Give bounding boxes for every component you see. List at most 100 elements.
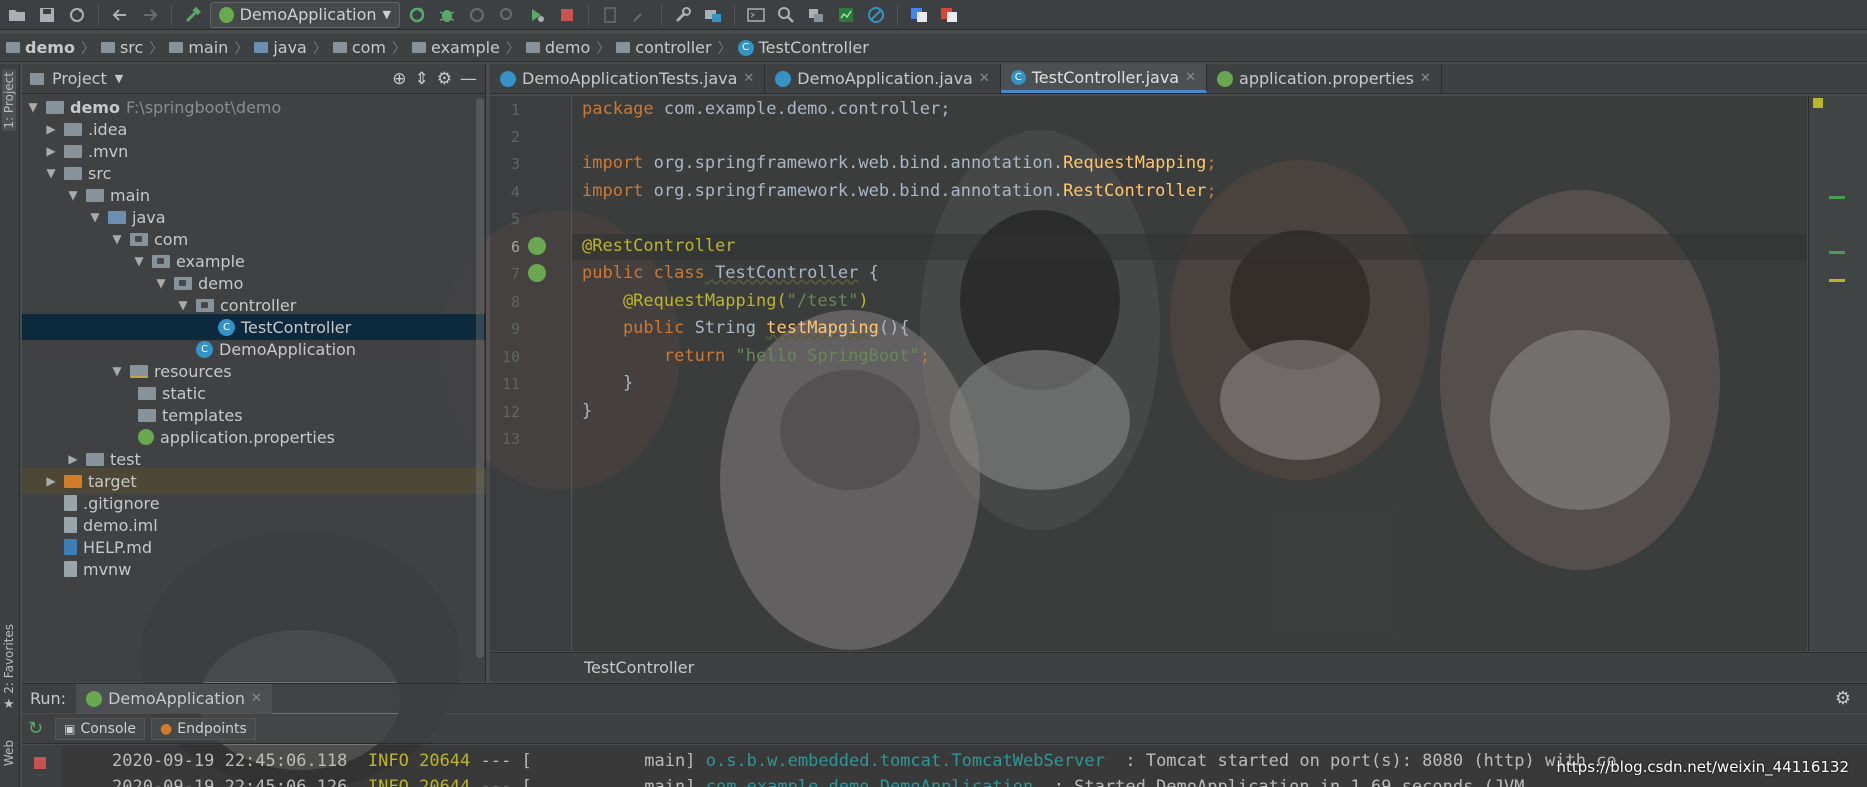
locate-target-icon[interactable]: ⊕: [392, 69, 406, 89]
toolbar-separator: [734, 4, 735, 25]
build-hammer-icon[interactable]: [180, 2, 206, 28]
spring-boot-class-icon: C: [196, 340, 213, 358]
tools-icon[interactable]: [627, 2, 653, 28]
project-scrollbar[interactable]: [476, 98, 484, 658]
gear-icon[interactable]: ⚙: [1835, 688, 1851, 709]
change-marker[interactable]: [1829, 251, 1845, 254]
project-structure-icon[interactable]: [700, 2, 726, 28]
hide-panel-icon[interactable]: —: [460, 69, 477, 89]
change-marker[interactable]: [1829, 196, 1845, 199]
endpoints-tab[interactable]: ● Endpoints: [151, 717, 256, 740]
breadcrumb-item-demo-package[interactable]: demo: [525, 38, 590, 57]
profile-icon[interactable]: [494, 2, 520, 28]
debug-icon[interactable]: [434, 2, 460, 28]
package-icon: [130, 232, 148, 246]
breadcrumb-item-java[interactable]: java: [254, 38, 307, 57]
project-tool-window-button[interactable]: 1: Project: [2, 70, 16, 131]
editor-breadcrumb-footer[interactable]: TestController: [490, 652, 1867, 682]
console-tab[interactable]: ▣ Console: [55, 717, 146, 740]
breadcrumb-item-src[interactable]: src: [100, 38, 143, 57]
rerun-icon[interactable]: ↻: [28, 718, 43, 739]
stop-icon[interactable]: [34, 757, 46, 769]
coverage-icon[interactable]: [464, 2, 490, 28]
update-icon[interactable]: [597, 2, 623, 28]
stop-icon[interactable]: [554, 2, 580, 28]
translate-alt-icon[interactable]: [936, 2, 962, 28]
collapsed-arrow-icon[interactable]: ▶: [44, 474, 58, 488]
breadcrumb-item-com[interactable]: com: [332, 38, 386, 57]
class-icon: C: [218, 318, 235, 336]
code-editor[interactable]: [572, 96, 1807, 651]
project-view-selector[interactable]: Project: [52, 69, 107, 88]
code-line-3: import org.springframework.web.bind.anno…: [582, 153, 1217, 173]
terminal-icon[interactable]: [743, 2, 769, 28]
endpoints-icon: ●: [160, 720, 173, 737]
folder-icon: [64, 144, 82, 158]
breadcrumb-item-testcontroller[interactable]: C TestController: [737, 38, 869, 57]
run-with-icon[interactable]: [524, 2, 550, 28]
warning-marker[interactable]: [1829, 279, 1845, 282]
favorites-tool-window-button[interactable]: 2: Favorites: [2, 624, 16, 694]
expanded-arrow-icon[interactable]: ▼: [154, 276, 168, 290]
breadcrumb-item-example[interactable]: example: [412, 38, 500, 57]
tab-demoapplicationtests[interactable]: DemoApplicationTests.java ✕: [490, 64, 766, 93]
breadcrumb-item-controller[interactable]: controller: [616, 38, 712, 57]
blocked-icon[interactable]: [863, 2, 889, 28]
spring-bean-gutter-icon[interactable]: [528, 264, 546, 282]
translate-google-icon[interactable]: [906, 2, 932, 28]
expanded-arrow-icon[interactable]: ▼: [44, 166, 58, 180]
close-tab-icon[interactable]: ✕: [251, 691, 262, 706]
rerun-icon[interactable]: [404, 2, 430, 28]
expanded-arrow-icon[interactable]: ▼: [132, 254, 146, 268]
chevron-down-icon[interactable]: ▼: [115, 72, 123, 85]
run-tab-demoapplication[interactable]: DemoApplication ✕: [76, 683, 272, 714]
collapsed-arrow-icon[interactable]: ▶: [44, 144, 58, 158]
close-tab-icon[interactable]: ✕: [1420, 71, 1431, 86]
editor-error-stripe[interactable]: [1808, 96, 1867, 651]
tab-demoapplication[interactable]: DemoApplication.java ✕: [765, 64, 1001, 93]
vcs-icon[interactable]: [803, 2, 829, 28]
toolbar-separator: [661, 4, 662, 25]
gear-icon[interactable]: ⚙: [437, 69, 452, 89]
open-folder-icon[interactable]: [4, 2, 30, 28]
expanded-arrow-icon[interactable]: ▼: [66, 188, 80, 202]
collapsed-arrow-icon[interactable]: ▶: [44, 122, 58, 136]
breadcrumb-separator: 〉: [80, 40, 95, 57]
expanded-arrow-icon[interactable]: ▼: [110, 232, 124, 246]
line-number: 2: [510, 128, 520, 146]
package-icon: [174, 276, 192, 290]
expanded-arrow-icon[interactable]: ▼: [110, 364, 124, 378]
tab-testcontroller[interactable]: C TestController.java ✕: [1000, 64, 1208, 93]
expanded-arrow-icon[interactable]: ▼: [88, 210, 102, 224]
breadcrumb-separator: 〉: [392, 40, 407, 57]
expanded-arrow-icon[interactable]: ▼: [26, 100, 40, 114]
breadcrumb-item-main[interactable]: main: [169, 38, 228, 57]
code-line-7: public class TestController {: [582, 263, 879, 283]
close-tab-icon[interactable]: ✕: [743, 71, 754, 86]
navigate-forward-icon[interactable]: [137, 2, 163, 28]
settings-wrench-icon[interactable]: [670, 2, 696, 28]
web-tool-window-button[interactable]: Web: [2, 740, 16, 766]
plugin-green-icon[interactable]: [833, 2, 859, 28]
collapsed-arrow-icon[interactable]: ▶: [66, 452, 80, 466]
inspection-status-icon[interactable]: [1813, 98, 1823, 108]
save-all-icon[interactable]: [34, 2, 60, 28]
module-icon: [6, 42, 20, 53]
test-class-icon: [500, 70, 516, 87]
editor-gutter[interactable]: [490, 96, 572, 651]
collapse-all-icon[interactable]: ⇕: [415, 69, 429, 89]
close-tab-icon[interactable]: ✕: [1185, 70, 1196, 85]
tab-application-properties[interactable]: application.properties ✕: [1207, 64, 1442, 93]
favorites-star-icon: ★: [3, 697, 15, 712]
source-folder-icon: [108, 210, 126, 224]
close-tab-icon[interactable]: ✕: [979, 71, 990, 86]
run-configuration-dropdown[interactable]: DemoApplication ▼: [210, 1, 400, 28]
synchronize-icon[interactable]: [64, 2, 90, 28]
breadcrumb-item-demo[interactable]: demo: [6, 38, 75, 57]
expanded-arrow-icon[interactable]: ▼: [176, 298, 190, 312]
navigate-back-icon[interactable]: [107, 2, 133, 28]
search-icon[interactable]: [773, 2, 799, 28]
tree-item-mvnw[interactable]: mvnw: [22, 556, 486, 582]
left-tool-window-stripe: 1: Project 2: Favorites ★ Web: [0, 64, 20, 787]
spring-bean-gutter-icon[interactable]: [528, 237, 546, 255]
